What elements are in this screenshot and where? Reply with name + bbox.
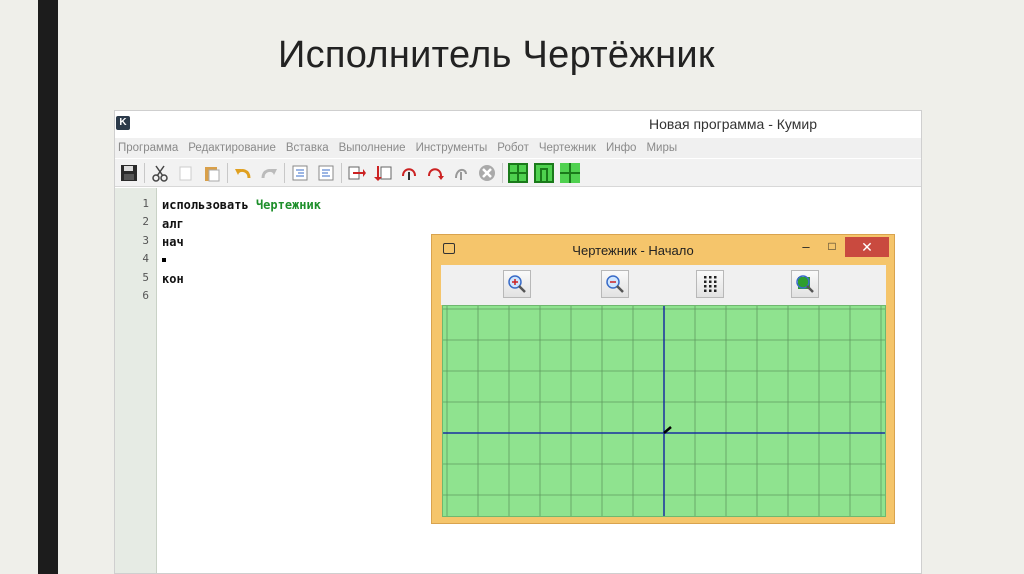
robot-field-icon[interactable] (507, 162, 529, 184)
paste-icon[interactable] (201, 162, 223, 184)
line-number: 5 (142, 271, 149, 284)
zoom-out-icon[interactable] (601, 270, 629, 298)
grid-dot (714, 285, 717, 288)
main-toolbar (115, 159, 921, 187)
redo-icon[interactable] (258, 162, 280, 184)
grid-dot (709, 289, 712, 292)
menu-info[interactable]: Инфо (606, 142, 636, 154)
maximize-button[interactable]: □ (824, 239, 840, 257)
slide-accent-bar (38, 0, 58, 574)
line-number: 2 (142, 215, 149, 228)
code-line[interactable]: кон (162, 270, 321, 289)
menubar: Программа Редактирование Вставка Выполне… (115, 138, 921, 158)
menu-edit[interactable]: Редактирование (188, 142, 276, 154)
toolbar-separator (502, 162, 503, 183)
code-line[interactable]: нач (162, 233, 321, 252)
grid-dot (714, 276, 717, 279)
grid-dot (704, 289, 707, 292)
unindent-icon[interactable] (315, 162, 337, 184)
text-cursor (162, 258, 166, 262)
code-editor[interactable]: использовать Чертежник алг нач кон (162, 196, 321, 289)
code-keyword: использовать (162, 198, 249, 212)
menu-program[interactable]: Программа (118, 142, 178, 154)
minimize-button[interactable]: – (798, 239, 814, 257)
cut-icon[interactable] (149, 162, 171, 184)
menu-drawer[interactable]: Чертежник (539, 142, 596, 154)
line-number: 6 (142, 289, 149, 302)
copy-icon[interactable] (175, 162, 197, 184)
grid-dot (709, 285, 712, 288)
code-line[interactable] (162, 252, 321, 271)
code-keyword: нач (162, 235, 184, 249)
code-executor-name: Чертежник (255, 198, 321, 212)
grid-dot (704, 276, 707, 279)
toolbar-separator (284, 162, 285, 183)
drawer-window: Чертежник - Начало – □ ✕ (431, 234, 895, 524)
toolbar-separator (341, 162, 342, 183)
grid-dot (709, 276, 712, 279)
grid-dots-icon[interactable] (696, 270, 724, 298)
stop-icon[interactable] (476, 162, 498, 184)
window-title: Новая программа - Кумир (649, 116, 817, 132)
code-keyword: алг (162, 216, 184, 231)
grid-dot (714, 289, 717, 292)
save-icon[interactable] (118, 162, 140, 184)
drawer-toolbar (441, 265, 886, 305)
grid-dot (704, 285, 707, 288)
indent-icon[interactable] (289, 162, 311, 184)
menu-insert[interactable]: Вставка (286, 142, 329, 154)
code-line[interactable]: алг (162, 215, 321, 234)
code-keyword: кон (162, 272, 184, 286)
menu-tools[interactable]: Инструменты (416, 142, 488, 154)
line-number: 3 (142, 234, 149, 247)
undo-icon[interactable] (232, 162, 254, 184)
toolbar-separator (227, 162, 228, 183)
run-step-icon[interactable] (346, 162, 368, 184)
zoom-in-icon[interactable] (503, 270, 531, 298)
step-out-icon[interactable] (424, 162, 446, 184)
code-line[interactable]: использовать Чертежник (162, 196, 321, 215)
fit-view-icon[interactable] (791, 270, 819, 298)
drawing-grid (443, 306, 885, 516)
close-button[interactable]: ✕ (845, 237, 889, 257)
drawer-field-icon[interactable] (559, 162, 581, 184)
step-into-icon[interactable] (398, 162, 420, 184)
line-number-gutter: 1 2 3 4 5 6 (115, 188, 157, 573)
slide-title: Исполнитель Чертёжник (278, 34, 715, 76)
run-to-end-icon[interactable] (372, 162, 394, 184)
toolbar-separator (144, 162, 145, 183)
pen-marker-icon (663, 426, 672, 434)
grid-dot (704, 280, 707, 283)
step-over-icon[interactable] (450, 162, 472, 184)
drawer-titlebar[interactable]: Чертежник - Начало – □ ✕ (432, 235, 894, 263)
grid-dot (714, 280, 717, 283)
line-number: 4 (142, 252, 149, 265)
drawing-canvas[interactable] (442, 305, 886, 517)
menu-worlds[interactable]: Миры (646, 142, 677, 154)
grid-dot (709, 280, 712, 283)
menu-run[interactable]: Выполнение (339, 142, 406, 154)
window-titlebar: K Новая программа - Кумир (115, 111, 921, 137)
menu-robot[interactable]: Робот (497, 142, 529, 154)
robot-window-icon[interactable] (533, 162, 555, 184)
line-number: 1 (142, 197, 149, 210)
